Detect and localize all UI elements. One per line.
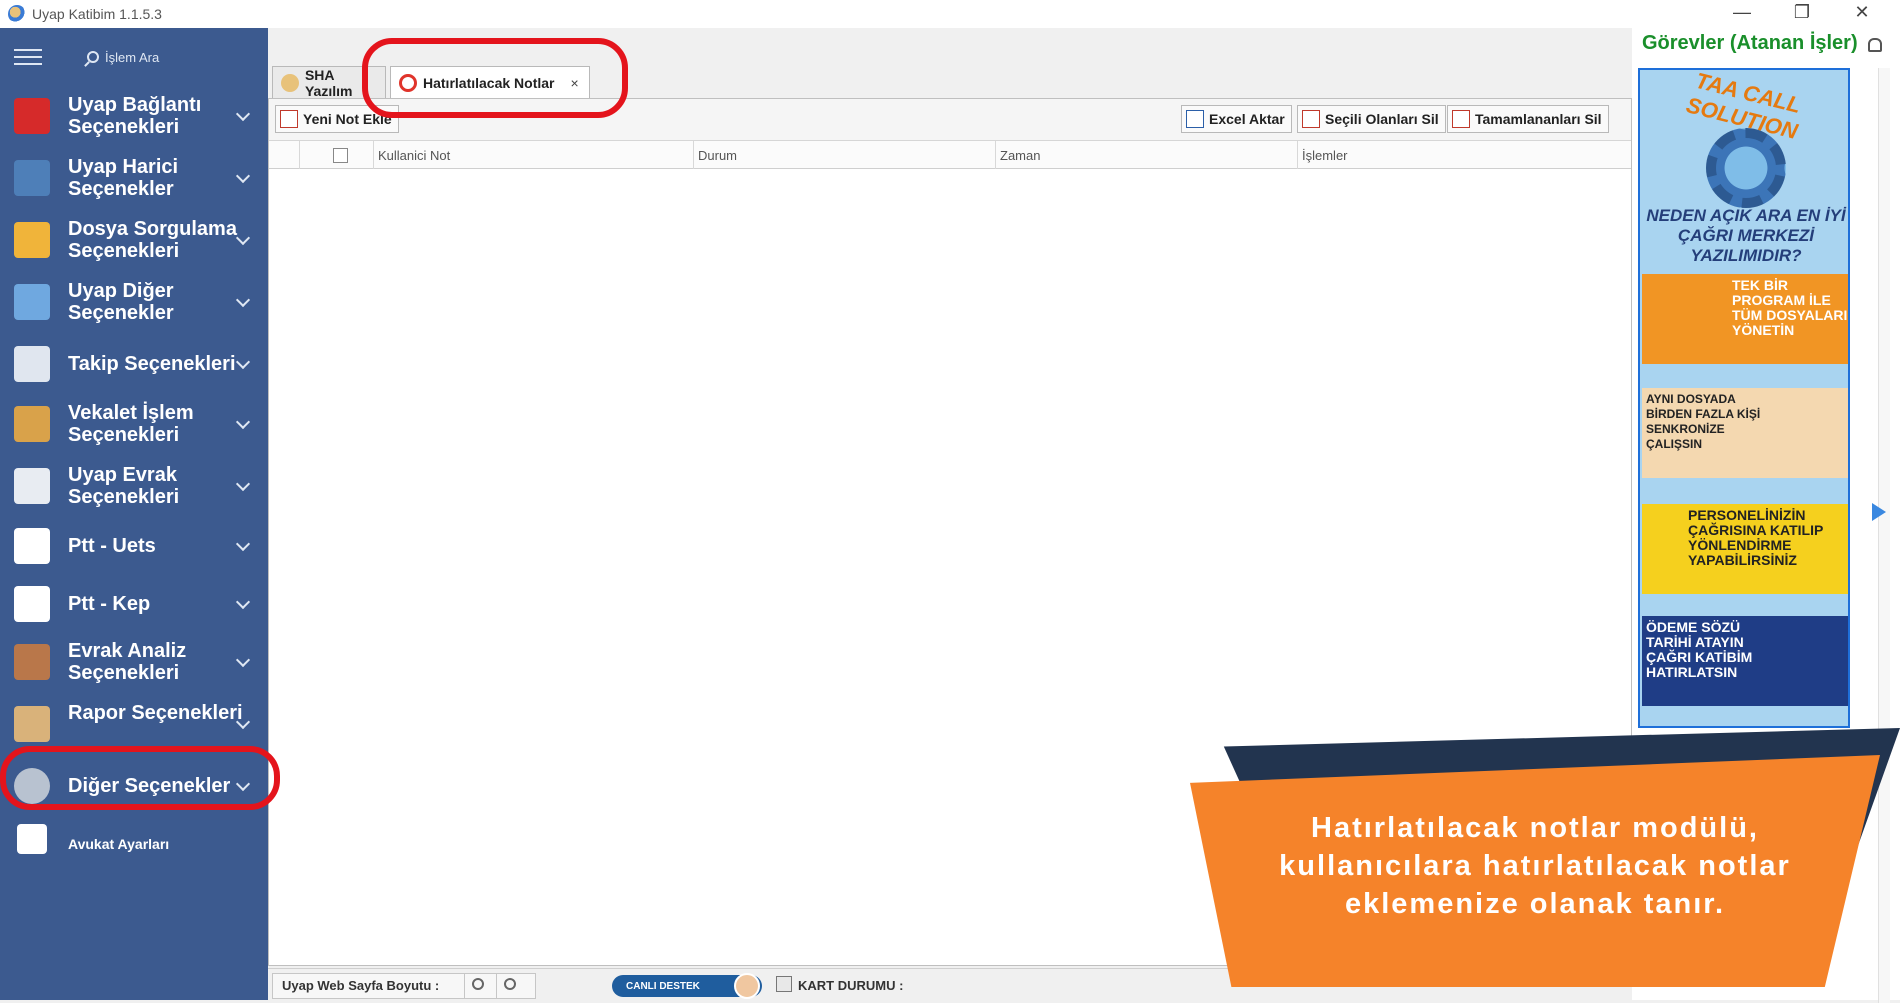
- live-support-label: CANLI DESTEK: [626, 980, 700, 992]
- sidebar-item-label: Ptt - Uets: [68, 535, 156, 557]
- sidebar-item-ptt-kep[interactable]: Ptt - Kep: [0, 576, 268, 632]
- tasks-title[interactable]: Görevler (Atanan İşler): [1642, 32, 1858, 55]
- select-all-checkbox[interactable]: [333, 148, 348, 163]
- ad-banner[interactable]: TAA CALL SOLUTION NEDEN AÇIK ARA EN İYİ …: [1638, 68, 1850, 728]
- document-icon: [14, 468, 50, 504]
- delete-completed-button[interactable]: Tamamlananları Sil: [1447, 105, 1609, 133]
- clipboard-icon: [14, 706, 50, 742]
- sidebar-item-label: Uyap Harici Seçenekler: [68, 156, 179, 200]
- uyap-logo-icon: [14, 98, 50, 134]
- ptt-icon: [14, 528, 50, 564]
- column-header[interactable]: Durum: [693, 141, 995, 169]
- briefcase-icon: [14, 644, 50, 680]
- zoom-out-button[interactable]: [496, 974, 524, 998]
- column-header[interactable]: Kullanici Not: [373, 141, 693, 169]
- bell-icon[interactable]: [1868, 38, 1882, 52]
- ptt-icon: [14, 586, 50, 622]
- sidebar-item-uyap-evrak[interactable]: Uyap Evrak Seçenekleri: [0, 456, 268, 516]
- sidebar: İşlem Ara Uyap Bağlantı Seçenekleri Uyap…: [0, 28, 268, 1000]
- sidebar-item-ptt-uets[interactable]: Ptt - Uets: [0, 518, 268, 574]
- sidebar-item-label: Ptt - Kep: [68, 593, 151, 615]
- folder-icon: [14, 222, 50, 258]
- sidebar-item-uyap-harici[interactable]: Uyap Harici Seçenekler: [0, 148, 268, 208]
- delete-completed-label: Tamamlananları Sil: [1475, 111, 1602, 127]
- info-callout: Hatırlatılacak notlar modülü, kullanıcıl…: [1190, 755, 1880, 987]
- restore-button[interactable]: ❐: [1782, 2, 1822, 23]
- sidebar-item-label: Uyap Diğer Seçenekler: [68, 280, 174, 324]
- sidebar-item-avukat-ayarlari[interactable]: Avukat Ayarları: [0, 816, 268, 868]
- live-support-button[interactable]: CANLI DESTEK: [612, 973, 762, 999]
- calendar-add-icon: [280, 110, 298, 128]
- grid-header: Kullanici Not Durum Zaman İşlemler: [269, 141, 1631, 169]
- sidebar-item-takip[interactable]: Takip Seçenekleri: [0, 334, 268, 394]
- banner-question: NEDEN AÇIK ARA EN İYİ ÇAĞRI MERKEZİ YAZI…: [1646, 206, 1846, 265]
- title-bar: Uyap Katibim 1.1.5.3 — ❐ ✕: [0, 0, 1900, 28]
- sidebar-item-uyap-baglanti[interactable]: Uyap Bağlantı Seçenekleri: [0, 86, 268, 146]
- hamburger-menu-icon[interactable]: [14, 49, 42, 65]
- grid-list-icon: [14, 284, 50, 320]
- sidebar-search[interactable]: İşlem Ara: [87, 50, 159, 65]
- grid-delete-icon: [1452, 110, 1470, 128]
- card-status-label: KART DURUMU :: [798, 978, 904, 993]
- banner-card: AYNI DOSYADA BİRDEN FAZLA KİŞİ SENKRONİZ…: [1642, 388, 1848, 478]
- sidebar-item-evrak-analiz[interactable]: Evrak Analiz Seçenekleri: [0, 632, 268, 692]
- lawyer-id-icon: [17, 824, 47, 854]
- minimize-button[interactable]: —: [1722, 2, 1762, 23]
- sidebar-item-label: Takip Seçenekleri: [68, 353, 236, 375]
- sha-logo-icon: [281, 73, 299, 92]
- highlight-ring-diger: [0, 746, 280, 810]
- expand-arrow-icon[interactable]: [1872, 503, 1886, 521]
- sidebar-item-label: Uyap Evrak Seçenekleri: [68, 464, 180, 508]
- gear-people-icon: [1706, 128, 1786, 208]
- sidebar-item-vekalet[interactable]: Vekalet İşlem Seçenekleri: [0, 394, 268, 454]
- sidebar-item-dosya-sorgulama[interactable]: Dosya Sorgulama Seçenekleri: [0, 210, 268, 270]
- banner-card: PERSONELİNİZİN ÇAĞRISINA KATILIP YÖNLEND…: [1642, 504, 1848, 594]
- window-title: Uyap Katibim 1.1.5.3: [32, 6, 162, 22]
- support-agent-avatar: [734, 973, 760, 999]
- zoom-in-icon: [472, 978, 484, 990]
- sidebar-item-label: Dosya Sorgulama Seçenekleri: [68, 218, 237, 262]
- banner-card: TEK BİR PROGRAM İLE TÜM DOSYALARI YÖNETİ…: [1642, 274, 1848, 364]
- sidebar-search-placeholder: İşlem Ara: [105, 49, 160, 65]
- window-icon: [14, 346, 50, 382]
- sidebar-item-label: Uyap Bağlantı Seçenekleri: [68, 94, 202, 138]
- right-scrollbar[interactable]: [1878, 68, 1890, 1003]
- delete-selected-button[interactable]: Seçili Olanları Sil: [1297, 105, 1446, 133]
- card-status-icon: [776, 976, 792, 992]
- zoom-in-button[interactable]: [464, 974, 492, 998]
- delete-selected-label: Seçili Olanları Sil: [1325, 111, 1439, 127]
- sidebar-item-rapor[interactable]: Rapor Seçenekleri: [0, 694, 268, 754]
- sidebar-item-label: Avukat Ayarları: [68, 836, 170, 852]
- user-key-icon: [14, 406, 50, 442]
- banner-card: ÖDEME SÖZÜ TARİHİ ATAYIN ÇAĞRI KATİBİM H…: [1642, 616, 1848, 706]
- save-disk-icon: [1186, 110, 1204, 128]
- app-icon: [8, 5, 26, 23]
- zoom-out-icon: [504, 978, 516, 990]
- column-header[interactable]: İşlemler: [1297, 141, 1631, 169]
- page-size-label: Uyap Web Sayfa Boyutu :: [282, 978, 440, 993]
- excel-export-label: Excel Aktar: [1209, 111, 1285, 127]
- sidebar-item-uyap-diger[interactable]: Uyap Diğer Seçenekler: [0, 272, 268, 332]
- help-book-icon: [14, 160, 50, 196]
- sidebar-item-label: Rapor Seçenekleri: [68, 702, 243, 724]
- search-icon: [87, 51, 99, 63]
- close-window-button[interactable]: ✕: [1842, 2, 1882, 23]
- excel-export-button[interactable]: Excel Aktar: [1181, 105, 1292, 133]
- callout-text: Hatırlatılacak notlar modülü, kullanıcıl…: [1279, 812, 1791, 920]
- highlight-ring-tab: [362, 38, 628, 118]
- grid-delete-icon: [1302, 110, 1320, 128]
- sidebar-item-label: Vekalet İşlem Seçenekleri: [68, 402, 194, 446]
- column-header[interactable]: Zaman: [995, 141, 1297, 169]
- sidebar-item-label: Evrak Analiz Seçenekleri: [68, 640, 187, 684]
- row-indicator-column: [269, 141, 299, 169]
